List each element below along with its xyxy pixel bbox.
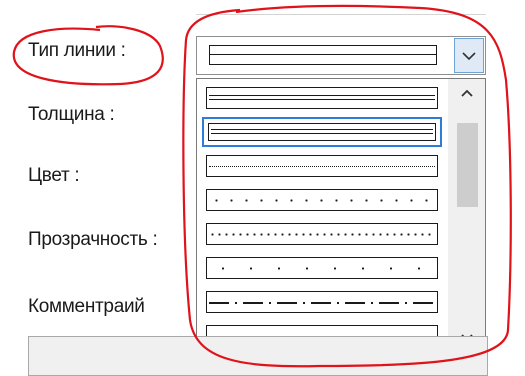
line-style-stroke (209, 302, 435, 304)
line-style-sample (208, 123, 436, 141)
line-style-stroke (209, 267, 435, 270)
dropdown-scrollbar[interactable] (448, 79, 485, 352)
line-style-option[interactable] (202, 83, 442, 113)
transparency-label: Прозрачность : (28, 229, 158, 250)
line-style-sample (206, 257, 438, 279)
line-style-sample (206, 223, 438, 245)
selected-line-sample (209, 45, 437, 65)
line-style-stroke (209, 95, 435, 100)
comment-input[interactable] (28, 336, 488, 376)
scroll-up-button[interactable] (448, 79, 485, 107)
line-style-stroke (209, 166, 435, 167)
line-style-option[interactable] (202, 219, 442, 249)
line-style-option[interactable] (202, 185, 442, 215)
chevron-down-icon (462, 52, 476, 61)
line-type-combobox[interactable] (196, 36, 486, 75)
line-style-sample (206, 155, 438, 177)
line-style-sample (206, 87, 438, 109)
line-style-option[interactable] (202, 151, 442, 181)
thickness-label: Толщина : (28, 104, 115, 125)
line-style-sample (206, 189, 438, 211)
comment-label: Комментраий (28, 296, 145, 317)
line-style-option[interactable] (202, 287, 442, 317)
line-style-option[interactable] (202, 253, 442, 283)
line-style-stroke (211, 129, 433, 134)
line-type-dropdown-list[interactable] (196, 78, 486, 353)
dropdown-button[interactable] (454, 38, 484, 73)
separator-line (196, 14, 486, 15)
color-label: Цвет : (28, 165, 80, 186)
chevron-up-icon (460, 89, 473, 97)
line-style-sample (206, 291, 438, 313)
line-style-stroke (209, 233, 435, 236)
line-type-label: Тип линии : (28, 40, 126, 61)
line-style-option[interactable] (202, 117, 442, 147)
line-style-stroke (209, 199, 435, 202)
scroll-thumb[interactable] (457, 123, 478, 207)
